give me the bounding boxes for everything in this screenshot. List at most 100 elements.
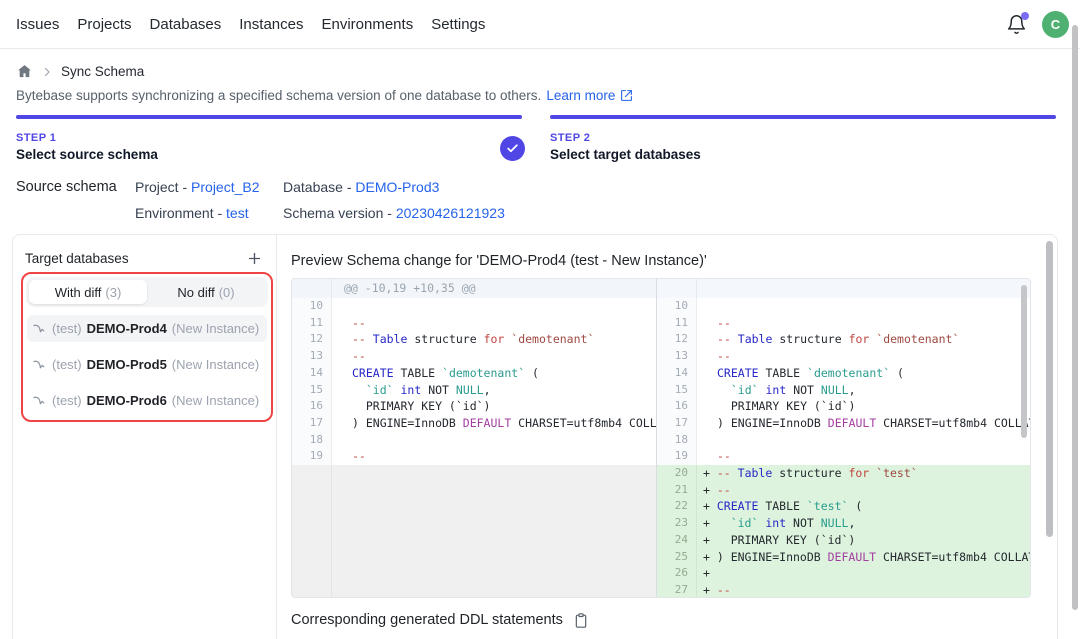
item-env: (test) [52,357,82,372]
avatar[interactable]: C [1042,11,1069,38]
line-number: 10 [657,298,697,315]
diff-line: 16 PRIMARY KEY (`id`) [657,398,1030,415]
list-item-demo-prod5[interactable]: (test) DEMO-Prod5 (New Instance) [27,351,267,378]
line-number: 17 [657,415,697,432]
notification-dot [1021,12,1029,20]
line-number: 16 [292,398,332,415]
diff-line: 14CREATE TABLE `demotenant` ( [292,365,656,382]
copy-ddl-button[interactable] [572,611,590,629]
database-link[interactable]: DEMO-Prod3 [355,179,439,195]
diff-line: 24+ PRIMARY KEY (`id`) [657,532,1030,549]
diff-line: 26+ [657,565,1030,582]
diff-pane-old[interactable]: @@ -10,19 +10,35 @@1011--12-- Table stru… [292,279,657,597]
line-number: 21 [657,482,697,499]
diff-pane-new[interactable]: 1011--12-- Table structure for `demotena… [657,279,1030,597]
source-environment-field: Environment - test [135,205,249,221]
nav-item-issues[interactable]: Issues [16,16,59,33]
ddl-statements-title: Corresponding generated DDL statements [291,612,563,628]
line-number: 19 [292,448,332,465]
step2-number: STEP 2 [550,132,701,144]
tab-no-diff[interactable]: No diff (0) [147,280,265,304]
code-text [697,432,1030,449]
code-text [697,279,1030,298]
schema-diff-viewer: @@ -10,19 +10,35 @@1011--12-- Table stru… [291,278,1031,598]
code-text: ) ENGINE=InnoDB DEFAULT CHARSET=utf8mb4 … [697,415,1030,432]
diff-line [657,279,1030,298]
line-number: 25 [657,549,697,566]
diff-line: 13-- [292,348,656,365]
project-link[interactable]: Project_B2 [191,179,259,195]
diff-line: 14CREATE TABLE `demotenant` ( [657,365,1030,382]
list-item-demo-prod6[interactable]: (test) DEMO-Prod6 (New Instance) [27,387,267,414]
item-name: DEMO-Prod6 [87,393,167,408]
diff-line: 18 [657,432,1030,449]
schema-version-link[interactable]: 20230426121923 [396,205,505,221]
mysql-icon [33,359,47,371]
code-text: ) ENGINE=InnoDB DEFAULT CHARSET=utf8mb4 … [332,415,656,432]
diff-line: 15 `id` int NOT NULL, [292,382,656,399]
tab-with-diff[interactable]: With diff (3) [29,280,147,304]
mysql-icon [33,395,47,407]
diff-line: 11-- [657,315,1030,332]
line-number: 11 [657,315,697,332]
diff-line: 22+ CREATE TABLE `test` ( [657,498,1030,515]
tab-no-diff-label: No diff [177,285,214,300]
separator: - [217,205,222,221]
line-number: 11 [292,315,332,332]
diff-line: 20+ -- Table structure for `test` [657,465,1030,482]
diff-line: 16 PRIMARY KEY (`id`) [292,398,656,415]
code-text [697,298,1030,315]
environment-link[interactable]: test [226,205,249,221]
page-scrollbar[interactable] [1072,25,1078,610]
step2-progress-bar [550,115,1056,119]
diff-line [292,465,656,597]
line-number [657,279,697,298]
step1-complete-badge [500,136,525,161]
code-text [332,298,656,315]
code-text: -- [697,348,1030,365]
intro-description: Bytebase supports synchronizing a specif… [16,88,541,103]
line-number [292,279,332,298]
list-item-demo-prod4[interactable]: (test) DEMO-Prod4 (New Instance) [27,315,267,342]
add-target-database-button[interactable] [244,248,264,268]
nav-item-databases[interactable]: Databases [150,16,222,33]
nav-item-projects[interactable]: Projects [77,16,131,33]
intro-text: Bytebase supports synchronizing a specif… [16,88,633,103]
diff-line: 11-- [292,315,656,332]
nav-item-settings[interactable]: Settings [431,16,485,33]
item-name: DEMO-Prod5 [87,357,167,372]
plus-icon [246,250,263,267]
line-number [292,465,332,597]
code-text: + `id` int NOT NULL, [697,515,1030,532]
code-text: @@ -10,19 +10,35 @@ [332,279,656,298]
item-note: (New Instance) [172,357,259,372]
separator: - [387,205,392,221]
step2-title: Select target databases [550,147,701,162]
code-text: -- [697,448,1030,465]
nav-item-instances[interactable]: Instances [239,16,303,33]
nav-right-controls: C [1006,0,1069,49]
preview-panel-scrollbar[interactable] [1046,241,1053,537]
schema-version-label: Schema version [283,205,383,221]
line-number: 13 [292,348,332,365]
target-databases-title: Target databases [25,251,129,266]
nav-item-environments[interactable]: Environments [321,16,413,33]
code-text: `id` int NOT NULL, [332,382,656,399]
diff-pane-scrollbar[interactable] [1021,285,1027,438]
diff-line: 19-- [657,448,1030,465]
ddl-statements-header: Corresponding generated DDL statements [291,611,590,629]
separator: - [182,179,187,195]
item-note: (New Instance) [172,321,259,336]
step1-title: Select source schema [16,147,158,162]
code-text: + ) ENGINE=InnoDB DEFAULT CHARSET=utf8mb… [697,549,1030,566]
learn-more-link[interactable]: Learn more [546,88,615,103]
notifications-button[interactable] [1006,14,1028,36]
line-number: 15 [292,382,332,399]
source-database-field: Database - DEMO-Prod3 [283,179,439,195]
external-link-icon[interactable] [620,89,633,102]
diff-line: 17) ENGINE=InnoDB DEFAULT CHARSET=utf8mb… [292,415,656,432]
code-text: CREATE TABLE `demotenant` ( [332,365,656,382]
step1-progress-bar [16,115,522,119]
home-icon[interactable] [16,63,33,80]
line-number: 12 [657,331,697,348]
